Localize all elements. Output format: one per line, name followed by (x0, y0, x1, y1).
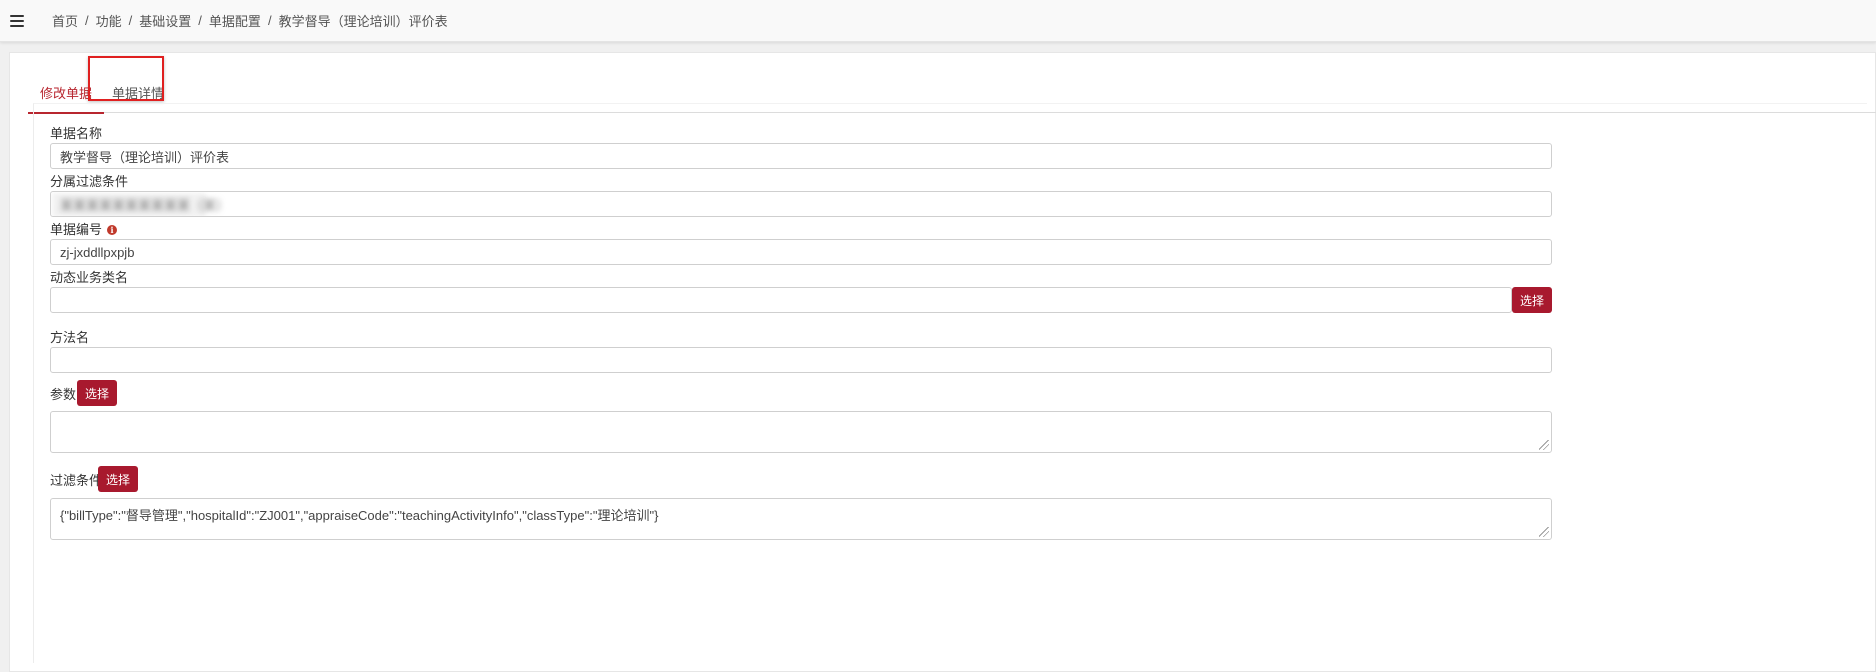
method-name-input[interactable] (50, 347, 1552, 373)
breadcrumb-function[interactable]: 功能 (96, 11, 122, 30)
resize-handle-icon[interactable] (1539, 527, 1549, 537)
breadcrumb-bill-config[interactable]: 单据配置 (209, 11, 261, 30)
hamburger-menu-icon[interactable] (0, 0, 34, 42)
filter-value: {"billType":"督导管理","hospitalId":"ZJ001",… (60, 508, 659, 523)
filter-select-button[interactable]: 选择 (98, 466, 138, 492)
bill-form: 单据名称 教学督导（理论培训）评价表 分属过滤条件 某某某某某某某某某某（某） … (33, 103, 1867, 663)
params-select-button[interactable]: 选择 (77, 380, 117, 406)
info-icon[interactable]: i (107, 225, 118, 235)
breadcrumb-basic-settings[interactable]: 基础设置 (139, 11, 191, 30)
bill-code-input[interactable]: zj-jxddllpxpjb (50, 239, 1552, 265)
breadcrumb: 首页 / 功能 / 基础设置 / 单据配置 / 教学督导（理论培训）评价表 (52, 11, 448, 30)
bill-code-label: 单据编号 (50, 222, 103, 237)
params-textarea[interactable] (50, 411, 1552, 453)
breadcrumb-separator: / (85, 13, 89, 28)
breadcrumb-current-page: 教学督导（理论培训）评价表 (278, 14, 448, 29)
dynamic-class-input[interactable] (50, 287, 1512, 313)
bill-name-input[interactable]: 教学督导（理论培训）评价表 (50, 143, 1552, 169)
sub-filter-label: 分属过滤条件 (50, 174, 129, 189)
resize-handle-icon[interactable] (1539, 440, 1549, 450)
dynamic-class-select-button[interactable]: 选择 (1512, 287, 1552, 313)
breadcrumb-separator: / (198, 13, 202, 28)
method-name-label: 方法名 (50, 330, 90, 345)
breadcrumb-separator: / (267, 13, 272, 28)
filter-textarea[interactable]: {"billType":"督导管理","hospitalId":"ZJ001",… (50, 498, 1552, 540)
breadcrumb-separator: / (128, 13, 133, 28)
bill-code-label-group: 单据编号 i (50, 219, 118, 238)
bill-name-label: 单据名称 (50, 126, 103, 141)
dynamic-class-label: 动态业务类名 (50, 270, 129, 285)
params-label: 参数 (50, 387, 77, 402)
top-bar: 首页 / 功能 / 基础设置 / 单据配置 / 教学督导（理论培训）评价表 (0, 0, 1876, 42)
breadcrumb-home[interactable]: 首页 (52, 11, 78, 30)
sub-filter-input[interactable]: 某某某某某某某某某某（某） (50, 191, 1552, 217)
sub-filter-value: 某某某某某某某某某某（某） (60, 197, 230, 213)
filter-label: 过滤条件 (50, 473, 103, 488)
